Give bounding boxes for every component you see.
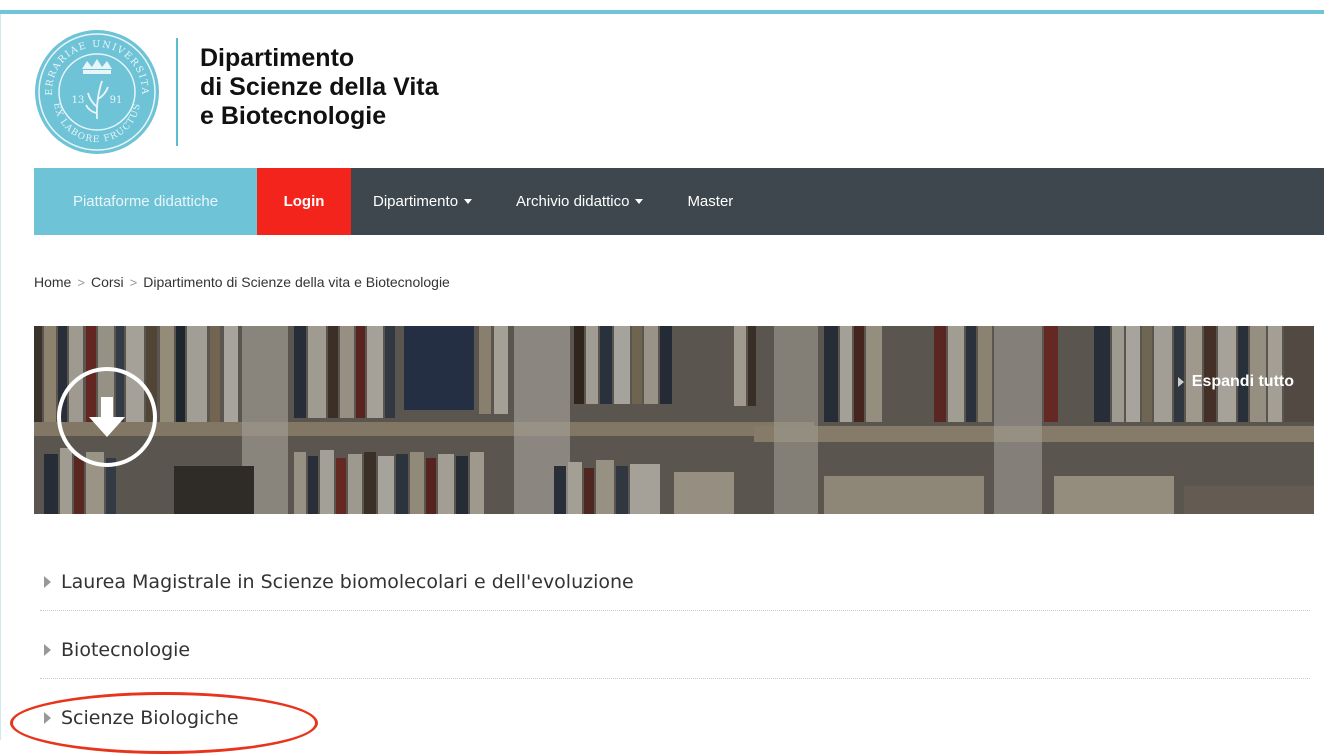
breadcrumb-separator-icon: > bbox=[77, 274, 85, 290]
divider bbox=[40, 678, 1310, 679]
nav-master[interactable]: Master bbox=[665, 168, 755, 235]
arrow-down-icon bbox=[89, 397, 125, 437]
course-label: Laurea Magistrale in Scienze biomolecola… bbox=[61, 571, 634, 593]
nav-dipartimento[interactable]: Dipartimento bbox=[351, 168, 494, 235]
nav-label: Archivio didattico bbox=[516, 193, 630, 210]
caret-down-icon bbox=[464, 199, 473, 204]
nav-piattaforme-didattiche[interactable]: Piattaforme didattiche bbox=[34, 168, 257, 235]
title-line-3: e Biotecnologie bbox=[200, 102, 387, 130]
breadcrumb-separator-icon: > bbox=[129, 274, 138, 290]
nav-label: Master bbox=[687, 193, 734, 210]
arrow-down-circle-icon[interactable] bbox=[57, 367, 157, 467]
university-seal-logo[interactable]: FERRARIAE UNIVERSITAS EX LABORE FRUCTUS … bbox=[34, 29, 160, 155]
title-line-2: di Scienze della Vita bbox=[200, 73, 439, 101]
nav-label: Dipartimento bbox=[373, 193, 459, 210]
bookshelf-banner: Espandi tutto bbox=[34, 326, 1314, 514]
top-accent-bar bbox=[0, 10, 1324, 14]
expand-all-button[interactable]: Espandi tutto bbox=[1177, 373, 1294, 391]
header-divider bbox=[176, 38, 178, 146]
nav-login[interactable]: Login bbox=[257, 168, 351, 235]
main-navbar: Piattaforme didattiche Login Dipartiment… bbox=[34, 168, 1324, 235]
course-item[interactable]: Laurea Magistrale in Scienze biomolecola… bbox=[40, 571, 1310, 593]
course-label: Biotecnologie bbox=[61, 639, 191, 661]
nav-label: Login bbox=[283, 193, 325, 210]
page-left-border bbox=[0, 14, 1, 740]
nav-label: Piattaforme didattiche bbox=[72, 193, 219, 210]
department-title[interactable]: Dipartimento di Scienze della Vita e Bio… bbox=[200, 44, 439, 131]
divider bbox=[40, 610, 1310, 611]
breadcrumb-home[interactable]: Home bbox=[34, 274, 71, 290]
breadcrumb-corsi[interactable]: Corsi bbox=[91, 274, 124, 290]
triangle-right-icon bbox=[44, 576, 51, 588]
expand-all-label: Espandi tutto bbox=[1191, 373, 1294, 390]
seal-year-left: 13 bbox=[72, 95, 85, 106]
triangle-right-icon bbox=[44, 644, 51, 656]
nav-archivio-didattico[interactable]: Archivio didattico bbox=[494, 168, 665, 235]
breadcrumb: Home > Corsi > Dipartimento di Scienze d… bbox=[34, 274, 450, 290]
seal-year-right: 91 bbox=[110, 95, 123, 106]
caret-down-icon bbox=[635, 199, 644, 204]
breadcrumb-current[interactable]: Dipartimento di Scienze della vita e Bio… bbox=[143, 274, 450, 290]
title-line-1: Dipartimento bbox=[200, 44, 355, 72]
triangle-right-icon bbox=[1177, 377, 1184, 387]
course-item[interactable]: Biotecnologie bbox=[40, 639, 1310, 661]
highlight-annotation-ellipse bbox=[10, 692, 318, 754]
banner-overlay bbox=[34, 326, 1314, 514]
